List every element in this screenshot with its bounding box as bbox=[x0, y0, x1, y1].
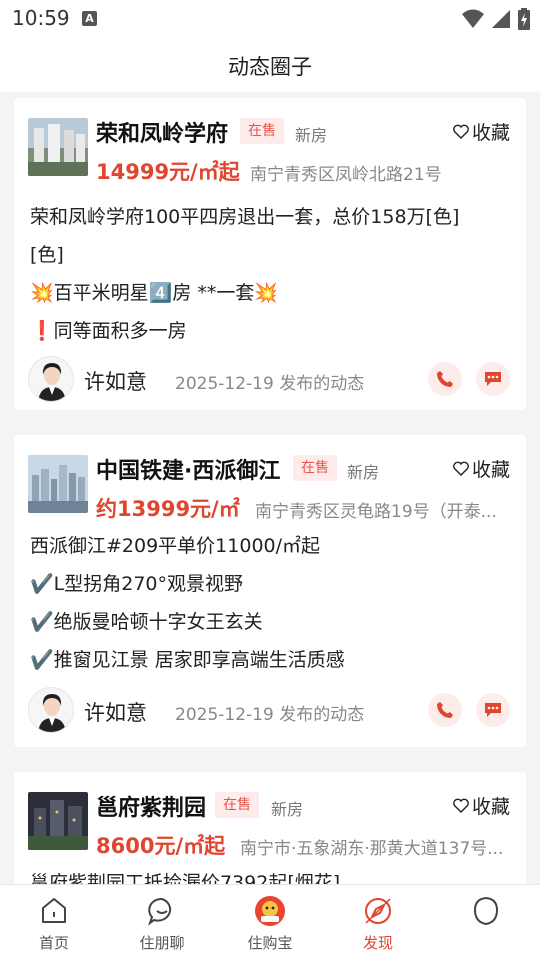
address: 南宁青秀区灵龟路19号（开泰... bbox=[255, 502, 497, 522]
favorite-button[interactable]: 收藏 bbox=[453, 455, 510, 482]
signal-icon bbox=[492, 10, 510, 28]
building-photo bbox=[28, 455, 88, 513]
bottom-tab-bar: 首页 住朋聊 住购宝 发现 bbox=[0, 884, 540, 960]
compass-icon bbox=[365, 898, 391, 924]
project-thumbnail[interactable] bbox=[28, 792, 88, 850]
type-label: 新房 bbox=[295, 126, 328, 145]
sale-badge: 在售 bbox=[293, 455, 337, 481]
project-thumbnail[interactable] bbox=[28, 118, 88, 176]
mascot-logo-icon bbox=[255, 896, 285, 926]
post-line: ✔️绝版曼哈顿十字女王玄关 bbox=[30, 611, 263, 633]
price: 8600元/㎡起 bbox=[96, 834, 226, 858]
tab-label: 发现 bbox=[362, 934, 393, 952]
post-meta: 2025-12-19 发布的动态 bbox=[175, 705, 365, 725]
post-card[interactable]: 荣和凤岭学府 在售 新房 收藏 14999元/㎡起 南宁青秀区凤岭北路21号 荣… bbox=[14, 98, 526, 410]
notification-icon: A bbox=[82, 11, 97, 26]
sale-badge: 在售 bbox=[215, 792, 259, 818]
favorite-label: 收藏 bbox=[471, 122, 510, 144]
type-label: 新房 bbox=[271, 800, 304, 819]
favorite-label: 收藏 bbox=[471, 796, 510, 818]
author-name[interactable]: 许如意 bbox=[84, 697, 147, 727]
tab-profile[interactable] bbox=[432, 885, 540, 960]
post-meta: 2025-12-19 发布的动态 bbox=[175, 374, 365, 394]
post-content[interactable]: 西派御江#209平单价11000/㎡起 ✔️L型拐角270°观景视野 ✔️绝版曼… bbox=[30, 527, 510, 679]
post-line: 💥百平米明星4️⃣房 **一套💥 bbox=[30, 282, 279, 304]
message-icon bbox=[485, 703, 501, 717]
phone-icon bbox=[437, 702, 453, 718]
project-name[interactable]: 邕府紫荆园 bbox=[96, 790, 206, 822]
heart-icon bbox=[453, 124, 469, 139]
post-card[interactable]: 中国铁建·西派御江 在售 新房 收藏 约13999元/㎡ 南宁青秀区灵龟路19号… bbox=[14, 435, 526, 747]
tab-zhugoubao[interactable]: 住购宝 bbox=[216, 885, 324, 960]
price: 约13999元/㎡ bbox=[96, 497, 240, 521]
call-button[interactable] bbox=[428, 693, 462, 727]
post-line: ❗同等面积多一房 bbox=[30, 320, 187, 342]
battery-icon bbox=[518, 8, 530, 30]
building-photo bbox=[28, 118, 88, 176]
author-row: 许如意 2025-12-19 发布的动态 bbox=[28, 356, 512, 404]
heart-icon bbox=[453, 461, 469, 476]
favorite-button[interactable]: 收藏 bbox=[453, 118, 510, 145]
post-line: [色] bbox=[30, 244, 64, 266]
tab-label: 住朋聊 bbox=[139, 934, 185, 952]
tab-discover[interactable]: 发现 bbox=[324, 885, 432, 960]
address: 南宁青秀区凤岭北路21号 bbox=[250, 165, 442, 185]
post-line: 荣和凤岭学府100平四房退出一套，总价158万[色] bbox=[30, 206, 460, 228]
sale-badge: 在售 bbox=[240, 118, 284, 144]
title-bar: 动态圈子 bbox=[0, 38, 540, 92]
tab-chat[interactable]: 住朋聊 bbox=[108, 885, 216, 960]
heart-icon bbox=[453, 798, 469, 813]
status-bar: 10:59 A bbox=[0, 0, 540, 38]
post-content[interactable]: 邕府紫荆园工抵捡漏价7392起[烟花] bbox=[30, 864, 510, 884]
project-name[interactable]: 中国铁建·西派御江 bbox=[96, 453, 280, 485]
tab-home[interactable]: 首页 bbox=[0, 885, 108, 960]
status-time: 10:59 bbox=[12, 6, 70, 30]
tab-label: 住购宝 bbox=[247, 934, 293, 952]
post-line: ✔️L型拐角270°观景视野 bbox=[30, 573, 244, 595]
tab-label: 首页 bbox=[38, 934, 69, 952]
page-title: 动态圈子 bbox=[228, 55, 312, 79]
home-icon bbox=[42, 898, 66, 923]
project-thumbnail[interactable] bbox=[28, 455, 88, 513]
favorite-button[interactable]: 收藏 bbox=[453, 792, 510, 819]
avatar[interactable] bbox=[28, 356, 74, 402]
project-name[interactable]: 荣和凤岭学府 bbox=[96, 116, 228, 148]
phone-icon bbox=[437, 371, 453, 387]
favorite-label: 收藏 bbox=[471, 459, 510, 481]
message-button[interactable] bbox=[476, 362, 510, 396]
post-line: ✔️推窗见江景 居家即享高端生活质感 bbox=[30, 649, 345, 671]
profile-icon bbox=[473, 896, 499, 926]
building-photo bbox=[28, 792, 88, 850]
chat-bubble-icon bbox=[148, 897, 172, 926]
post-line: 西派御江#209平单价11000/㎡起 bbox=[30, 535, 321, 557]
avatar[interactable] bbox=[28, 687, 74, 733]
status-icons bbox=[462, 8, 530, 30]
post-card[interactable]: 邕府紫荆园 在售 新房 收藏 8600元/㎡起 南宁市·五象湖东·那黄大道137… bbox=[14, 772, 526, 884]
wifi-icon bbox=[462, 9, 484, 28]
address: 南宁市·五象湖东·那黄大道137号... bbox=[240, 839, 504, 859]
post-content[interactable]: 荣和凤岭学府100平四房退出一套，总价158万[色] [色] 💥百平米明星4️⃣… bbox=[30, 198, 510, 350]
message-button[interactable] bbox=[476, 693, 510, 727]
feed[interactable]: 荣和凤岭学府 在售 新房 收藏 14999元/㎡起 南宁青秀区凤岭北路21号 荣… bbox=[0, 92, 540, 884]
author-name[interactable]: 许如意 bbox=[84, 366, 147, 396]
message-icon bbox=[485, 372, 501, 386]
author-row: 许如意 2025-12-19 发布的动态 bbox=[28, 687, 512, 735]
type-label: 新房 bbox=[347, 463, 380, 482]
post-line: 邕府紫荆园工抵捡漏价7392起[烟花] bbox=[30, 872, 341, 884]
price: 14999元/㎡起 bbox=[96, 160, 240, 184]
call-button[interactable] bbox=[428, 362, 462, 396]
